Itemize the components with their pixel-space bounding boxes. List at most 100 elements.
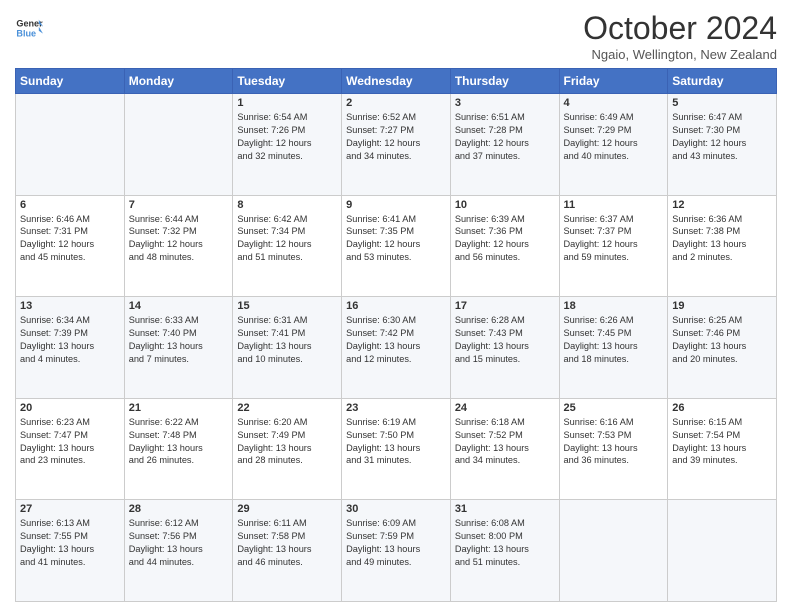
day-info: Sunrise: 6:46 AM Sunset: 7:31 PM Dayligh… <box>20 213 120 265</box>
day-info: Sunrise: 6:13 AM Sunset: 7:55 PM Dayligh… <box>20 517 120 569</box>
day-info: Sunrise: 6:19 AM Sunset: 7:50 PM Dayligh… <box>346 416 446 468</box>
calendar-cell: 20 Sunrise: 6:23 AM Sunset: 7:47 PM Dayli… <box>16 398 125 500</box>
calendar-cell: 1 Sunrise: 6:54 AM Sunset: 7:26 PM Daylig… <box>233 94 342 196</box>
calendar-cell: 26 Sunrise: 6:15 AM Sunset: 7:54 PM Dayli… <box>668 398 777 500</box>
day-info: Sunrise: 6:36 AM Sunset: 7:38 PM Dayligh… <box>672 213 772 265</box>
day-info: Sunrise: 6:41 AM Sunset: 7:35 PM Dayligh… <box>346 213 446 265</box>
day-info: Sunrise: 6:34 AM Sunset: 7:39 PM Dayligh… <box>20 314 120 366</box>
day-header-saturday: Saturday <box>668 69 777 94</box>
svg-text:Blue: Blue <box>16 28 36 38</box>
day-info: Sunrise: 6:09 AM Sunset: 7:59 PM Dayligh… <box>346 517 446 569</box>
calendar-cell: 2 Sunrise: 6:52 AM Sunset: 7:27 PM Daylig… <box>342 94 451 196</box>
day-number: 31 <box>455 503 555 515</box>
day-number: 8 <box>237 199 337 211</box>
calendar-cell: 22Sunrise: 6:20 AM Sunset: 7:49 PM Dayli… <box>233 398 342 500</box>
title-block: October 2024 Ngaio, Wellington, New Zeal… <box>583 10 777 62</box>
day-number: 12 <box>672 199 772 211</box>
calendar-cell: 24 Sunrise: 6:18 AM Sunset: 7:52 PM Dayli… <box>450 398 559 500</box>
day-number: 1 <box>237 97 337 109</box>
calendar-cell: 30 Sunrise: 6:09 AM Sunset: 7:59 PM Dayli… <box>342 500 451 602</box>
calendar-cell <box>124 94 233 196</box>
day-number: 20 <box>20 402 120 414</box>
calendar-cell: 12 Sunrise: 6:36 AM Sunset: 7:38 PM Dayli… <box>668 195 777 297</box>
day-number: 2 <box>346 97 446 109</box>
day-number: 13 <box>20 300 120 312</box>
day-number: 4 <box>564 97 664 109</box>
calendar-cell: 25 Sunrise: 6:16 AM Sunset: 7:53 PM Dayli… <box>559 398 668 500</box>
day-info: Sunrise: 6:16 AM Sunset: 7:53 PM Dayligh… <box>564 416 664 468</box>
day-number: 23 <box>346 402 446 414</box>
day-info: Sunrise: 6:51 AM Sunset: 7:28 PM Dayligh… <box>455 111 555 163</box>
day-number: 30 <box>346 503 446 515</box>
calendar-cell: 9 Sunrise: 6:41 AM Sunset: 7:35 PM Daylig… <box>342 195 451 297</box>
day-info: Sunrise: 6:39 AM Sunset: 7:36 PM Dayligh… <box>455 213 555 265</box>
calendar-cell: 13 Sunrise: 6:34 AM Sunset: 7:39 PM Dayli… <box>16 297 125 399</box>
day-number: 19 <box>672 300 772 312</box>
calendar-cell: 15 Sunrise: 6:31 AM Sunset: 7:41 PM Dayli… <box>233 297 342 399</box>
day-header-thursday: Thursday <box>450 69 559 94</box>
calendar-cell: 17 Sunrise: 6:28 AM Sunset: 7:43 PM Dayli… <box>450 297 559 399</box>
day-number: 24 <box>455 402 555 414</box>
day-header-tuesday: Tuesday <box>233 69 342 94</box>
day-number: 5 <box>672 97 772 109</box>
calendar-cell: 3 Sunrise: 6:51 AM Sunset: 7:28 PM Daylig… <box>450 94 559 196</box>
day-info: Sunrise: 6:47 AM Sunset: 7:30 PM Dayligh… <box>672 111 772 163</box>
day-number: 29 <box>237 503 337 515</box>
calendar-cell: 4 Sunrise: 6:49 AM Sunset: 7:29 PM Daylig… <box>559 94 668 196</box>
calendar-cell: 31Sunrise: 6:08 AM Sunset: 8:00 PM Dayli… <box>450 500 559 602</box>
day-info: Sunrise: 6:54 AM Sunset: 7:26 PM Dayligh… <box>237 111 337 163</box>
day-info: Sunrise: 6:30 AM Sunset: 7:42 PM Dayligh… <box>346 314 446 366</box>
day-info: Sunrise: 6:11 AM Sunset: 7:58 PM Dayligh… <box>237 517 337 569</box>
calendar-cell <box>559 500 668 602</box>
logo: General Blue <box>15 14 47 42</box>
day-number: 14 <box>129 300 229 312</box>
day-info: Sunrise: 6:44 AM Sunset: 7:32 PM Dayligh… <box>129 213 229 265</box>
day-info: Sunrise: 6:12 AM Sunset: 7:56 PM Dayligh… <box>129 517 229 569</box>
month-title: October 2024 <box>583 10 777 47</box>
day-info: Sunrise: 6:33 AM Sunset: 7:40 PM Dayligh… <box>129 314 229 366</box>
day-header-wednesday: Wednesday <box>342 69 451 94</box>
calendar-cell: 6 Sunrise: 6:46 AM Sunset: 7:31 PM Daylig… <box>16 195 125 297</box>
calendar-cell: 5 Sunrise: 6:47 AM Sunset: 7:30 PM Daylig… <box>668 94 777 196</box>
day-number: 3 <box>455 97 555 109</box>
day-info: Sunrise: 6:23 AM Sunset: 7:47 PM Dayligh… <box>20 416 120 468</box>
day-number: 27 <box>20 503 120 515</box>
day-info: Sunrise: 6:42 AM Sunset: 7:34 PM Dayligh… <box>237 213 337 265</box>
calendar-cell: 18Sunrise: 6:26 AM Sunset: 7:45 PM Dayli… <box>559 297 668 399</box>
day-info: Sunrise: 6:31 AM Sunset: 7:41 PM Dayligh… <box>237 314 337 366</box>
day-number: 10 <box>455 199 555 211</box>
day-number: 18 <box>564 300 664 312</box>
calendar-cell: 11Sunrise: 6:37 AM Sunset: 7:37 PM Dayli… <box>559 195 668 297</box>
day-info: Sunrise: 6:15 AM Sunset: 7:54 PM Dayligh… <box>672 416 772 468</box>
calendar-table: SundayMondayTuesdayWednesdayThursdayFrid… <box>15 68 777 602</box>
day-number: 16 <box>346 300 446 312</box>
header: General Blue October 2024 Ngaio, Welling… <box>15 10 777 62</box>
day-number: 21 <box>129 402 229 414</box>
day-info: Sunrise: 6:18 AM Sunset: 7:52 PM Dayligh… <box>455 416 555 468</box>
calendar-cell: 29 Sunrise: 6:11 AM Sunset: 7:58 PM Dayli… <box>233 500 342 602</box>
day-header-friday: Friday <box>559 69 668 94</box>
calendar-cell: 23 Sunrise: 6:19 AM Sunset: 7:50 PM Dayli… <box>342 398 451 500</box>
calendar-cell: 28 Sunrise: 6:12 AM Sunset: 7:56 PM Dayli… <box>124 500 233 602</box>
day-info: Sunrise: 6:22 AM Sunset: 7:48 PM Dayligh… <box>129 416 229 468</box>
day-number: 17 <box>455 300 555 312</box>
day-number: 11 <box>564 199 664 211</box>
day-number: 22 <box>237 402 337 414</box>
calendar-cell: 7 Sunrise: 6:44 AM Sunset: 7:32 PM Daylig… <box>124 195 233 297</box>
calendar-cell: 16 Sunrise: 6:30 AM Sunset: 7:42 PM Dayli… <box>342 297 451 399</box>
day-number: 7 <box>129 199 229 211</box>
calendar-cell: 27 Sunrise: 6:13 AM Sunset: 7:55 PM Dayli… <box>16 500 125 602</box>
day-number: 26 <box>672 402 772 414</box>
day-number: 25 <box>564 402 664 414</box>
day-number: 6 <box>20 199 120 211</box>
day-info: Sunrise: 6:52 AM Sunset: 7:27 PM Dayligh… <box>346 111 446 163</box>
day-info: Sunrise: 6:49 AM Sunset: 7:29 PM Dayligh… <box>564 111 664 163</box>
day-number: 9 <box>346 199 446 211</box>
day-info: Sunrise: 6:25 AM Sunset: 7:46 PM Dayligh… <box>672 314 772 366</box>
day-header-monday: Monday <box>124 69 233 94</box>
day-number: 15 <box>237 300 337 312</box>
calendar-cell: 8 Sunrise: 6:42 AM Sunset: 7:34 PM Daylig… <box>233 195 342 297</box>
day-number: 28 <box>129 503 229 515</box>
generalblue-logo-icon: General Blue <box>15 14 43 42</box>
day-info: Sunrise: 6:28 AM Sunset: 7:43 PM Dayligh… <box>455 314 555 366</box>
